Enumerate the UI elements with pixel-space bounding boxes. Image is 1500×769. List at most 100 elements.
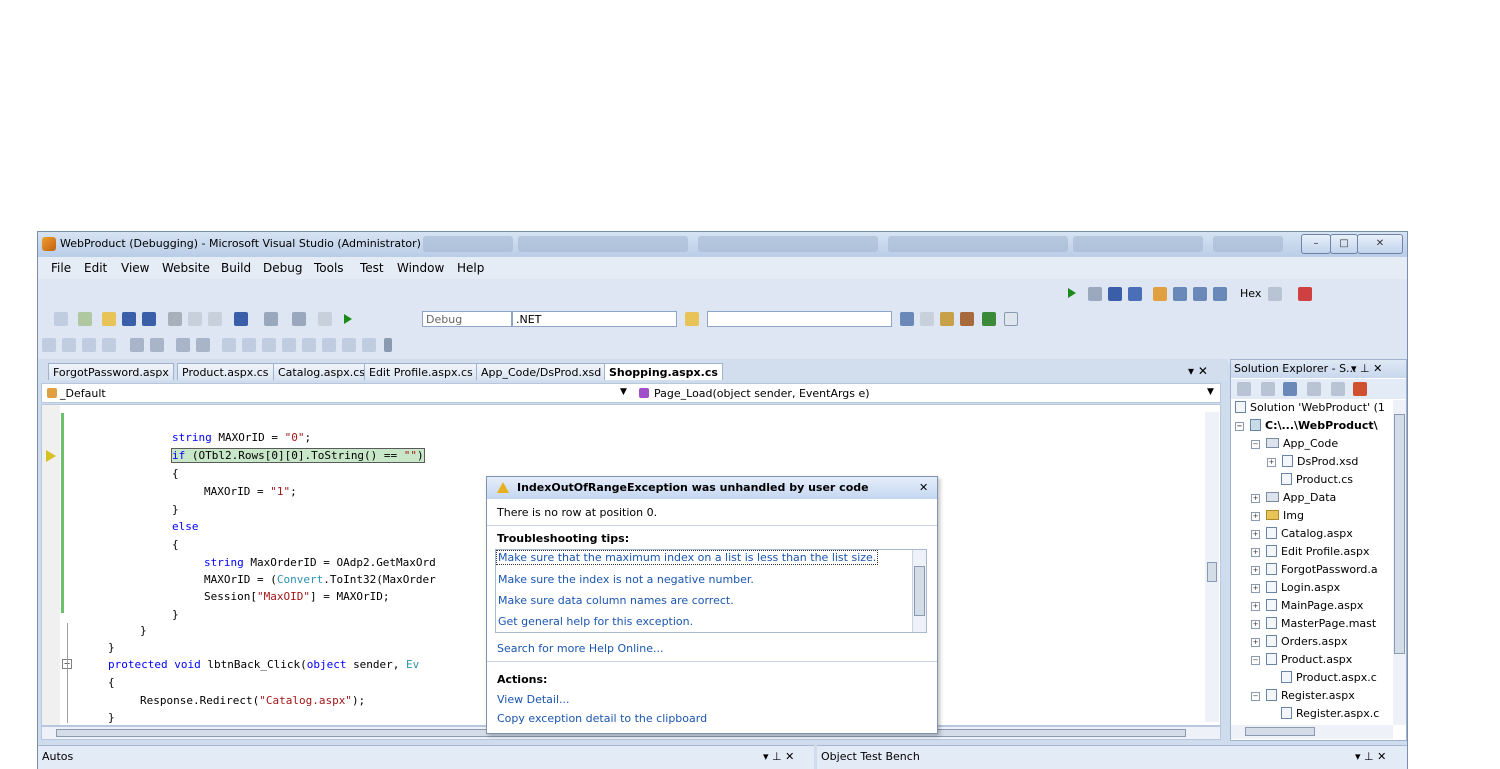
previous-bookmark-doc-icon[interactable]: [322, 338, 336, 352]
collapse-icon[interactable]: −: [1251, 440, 1260, 449]
uncomment-icon[interactable]: [196, 338, 210, 352]
menu-website[interactable]: Website: [162, 261, 210, 275]
class-diagram-icon[interactable]: [1353, 382, 1367, 396]
search-help-online-link[interactable]: Search for more Help Online...: [497, 642, 663, 655]
scroll-thumb[interactable]: [1394, 414, 1405, 654]
copy-icon[interactable]: [188, 312, 202, 326]
restart-icon[interactable]: [1128, 287, 1142, 301]
find-icon[interactable]: [900, 312, 914, 326]
collapse-icon[interactable]: −: [1251, 656, 1260, 665]
view-detail-link[interactable]: View Detail...: [497, 693, 570, 706]
tips-scrollbar[interactable]: [912, 550, 926, 632]
next-bookmark-icon[interactable]: [262, 338, 276, 352]
solution-tree-horizontal-scrollbar[interactable]: [1231, 725, 1393, 739]
expand-icon[interactable]: +: [1251, 494, 1260, 503]
nest-files-icon[interactable]: [1283, 382, 1297, 396]
tree-node-masterpage[interactable]: + MasterPage.mast: [1251, 616, 1376, 632]
method-combo-chevron-down-icon[interactable]: ▼: [1207, 387, 1214, 397]
editor-vertical-scrollbar[interactable]: [1205, 412, 1219, 722]
tab-product-aspx-cs[interactable]: Product.aspx.cs: [177, 363, 274, 380]
tree-node-dsprod-xsd[interactable]: + DsProd.xsd: [1267, 454, 1358, 470]
step-into-icon[interactable]: [1173, 287, 1187, 301]
find-combo[interactable]: [707, 311, 892, 327]
class-combo-chevron-down-icon[interactable]: ▼: [620, 387, 627, 397]
member-list-icon[interactable]: [42, 338, 56, 352]
tab-shopping-aspx-cs[interactable]: Shopping.aspx.cs: [604, 363, 723, 380]
quick-info-icon[interactable]: [82, 338, 96, 352]
redo-icon[interactable]: [264, 312, 278, 326]
add-item-icon[interactable]: [78, 312, 92, 326]
tree-node-orders-aspx[interactable]: + Orders.aspx: [1251, 634, 1347, 650]
menu-build[interactable]: Build: [221, 261, 251, 275]
method-combo[interactable]: Page_Load(object sender, EventArgs e): [654, 387, 870, 400]
new-project-icon[interactable]: [54, 312, 68, 326]
menu-edit[interactable]: Edit: [84, 261, 107, 275]
menu-tools[interactable]: Tools: [314, 261, 344, 275]
toolbox-icon[interactable]: [960, 312, 974, 326]
find-in-files-icon[interactable]: [685, 312, 699, 326]
menu-help[interactable]: Help: [457, 261, 484, 275]
increase-indent-icon[interactable]: [150, 338, 164, 352]
scroll-thumb[interactable]: [1245, 727, 1315, 736]
tip-link[interactable]: Make sure data column names are correct.: [498, 594, 734, 607]
exception-close-button[interactable]: ✕: [919, 481, 928, 494]
tip-link[interactable]: Get general help for this exception.: [498, 615, 693, 628]
expand-icon[interactable]: +: [1251, 566, 1260, 575]
tree-node-register-aspx-cs[interactable]: Register.aspx.c: [1281, 706, 1379, 722]
save-all-icon[interactable]: [142, 312, 156, 326]
tree-node-product-cs[interactable]: Product.cs: [1281, 472, 1353, 488]
expand-icon[interactable]: +: [1251, 530, 1260, 539]
breakpoint-window-icon[interactable]: [1268, 287, 1282, 301]
refresh-icon[interactable]: [1261, 382, 1275, 396]
tree-node-app-code[interactable]: − App_Code: [1251, 436, 1338, 452]
copy-exception-detail-link[interactable]: Copy exception detail to the clipboard: [497, 712, 707, 725]
navigate-forward-icon[interactable]: [318, 312, 332, 326]
minimize-button[interactable]: –: [1301, 234, 1331, 254]
tab-dsprod-xsd[interactable]: App_Code/DsProd.xsd: [476, 363, 607, 380]
save-icon[interactable]: [122, 312, 136, 326]
tree-node-mainpage-aspx[interactable]: + MainPage.aspx: [1251, 598, 1363, 614]
comment-icon[interactable]: [176, 338, 190, 352]
clear-bookmarks-icon[interactable]: [362, 338, 376, 352]
start-page-icon[interactable]: [982, 312, 996, 326]
expand-icon[interactable]: +: [1251, 512, 1260, 521]
tree-node-solution[interactable]: Solution 'WebProduct' (1: [1235, 400, 1385, 416]
open-file-icon[interactable]: [102, 312, 116, 326]
cut-icon[interactable]: [168, 312, 182, 326]
tree-node-app-data[interactable]: + App_Data: [1251, 490, 1336, 506]
solution-configuration-select[interactable]: Debug: [422, 311, 512, 327]
paste-icon[interactable]: [208, 312, 222, 326]
show-next-statement-icon[interactable]: [1153, 287, 1167, 301]
previous-bookmark-icon[interactable]: [242, 338, 256, 352]
collapse-icon[interactable]: −: [1235, 422, 1244, 431]
solution-tree-vertical-scrollbar[interactable]: [1393, 400, 1406, 725]
hex-button[interactable]: Hex: [1240, 287, 1261, 300]
object-test-bench-controls[interactable]: ▾ ⊥ ✕: [1355, 750, 1386, 763]
properties-icon[interactable]: [1237, 382, 1251, 396]
solution-explorer-icon[interactable]: [920, 312, 934, 326]
stop-debugging-icon[interactable]: [1108, 287, 1122, 301]
tree-node-project[interactable]: − C:\...\WebProduct\: [1235, 418, 1378, 434]
menu-debug[interactable]: Debug: [263, 261, 302, 275]
expand-icon[interactable]: +: [1251, 602, 1260, 611]
properties-icon[interactable]: [940, 312, 954, 326]
decrease-indent-icon[interactable]: [130, 338, 144, 352]
scroll-thumb[interactable]: [914, 566, 925, 616]
tree-node-edit-profile-aspx[interactable]: + Edit Profile.aspx: [1251, 544, 1369, 560]
step-out-icon[interactable]: [1213, 287, 1227, 301]
parameter-info-icon[interactable]: [62, 338, 76, 352]
next-bookmark-folder-icon[interactable]: [302, 338, 316, 352]
tab-catalog-aspx-cs[interactable]: Catalog.aspx.cs: [273, 363, 370, 380]
complete-word-icon[interactable]: [102, 338, 116, 352]
command-window-icon[interactable]: [1004, 312, 1018, 326]
start-debugging-icon[interactable]: [344, 314, 352, 324]
menu-window[interactable]: Window: [397, 261, 444, 275]
tree-node-product-aspx[interactable]: − Product.aspx: [1251, 652, 1352, 668]
tree-node-login-aspx[interactable]: + Login.aspx: [1251, 580, 1340, 596]
close-window-button[interactable]: ✕: [1357, 234, 1403, 254]
menu-file[interactable]: File: [51, 261, 71, 275]
collapse-icon[interactable]: −: [1251, 692, 1260, 701]
expand-icon[interactable]: +: [1251, 638, 1260, 647]
navigate-icon[interactable]: [292, 312, 306, 326]
tab-edit-profile-aspx-cs[interactable]: Edit Profile.aspx.cs: [364, 363, 478, 380]
